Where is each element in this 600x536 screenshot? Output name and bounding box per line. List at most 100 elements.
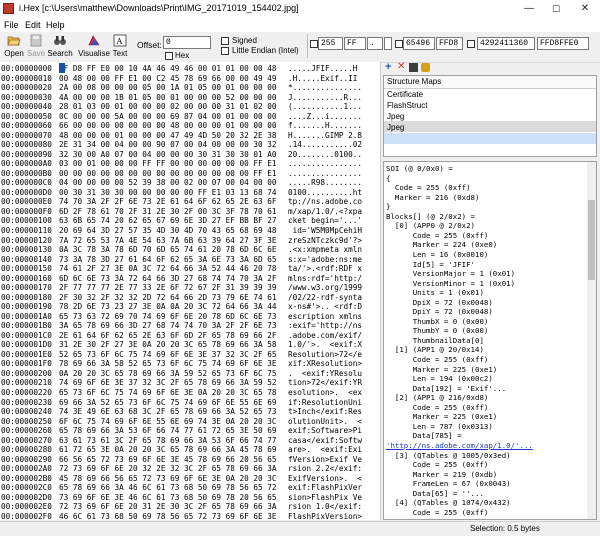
structure-line: Code = 255 (0xff)	[386, 355, 489, 364]
structure-line: ThumbY = 0 (0x00)	[386, 326, 489, 336]
selection-status: Selection: 0.5 bytes	[470, 524, 540, 533]
structure-maps-list[interactable]: Structure Maps Certificate FlashStruct J…	[383, 75, 597, 157]
structure-line: [3] (QTables @ 1005/0x3ed)	[386, 450, 511, 460]
dword-checkbox[interactable]	[467, 40, 475, 48]
structure-line: Code = 255 (0xff)	[386, 460, 489, 470]
byte-char-field[interactable]: .	[367, 37, 383, 50]
struct-item-flashstruct[interactable]: FlashStruct	[387, 101, 427, 110]
byte-extra-field[interactable]	[384, 37, 392, 50]
structure-line: VersionMajor = 1 (0x01)	[386, 269, 516, 279]
save-icon	[30, 34, 42, 47]
byte-value-field[interactable]: 255	[318, 37, 343, 50]
structure-output[interactable]: SOI (@ 0/0x0) ={ Code = 255 (0xff) Marke…	[383, 161, 597, 520]
structure-line: {	[386, 173, 391, 183]
scrollbar-thumb[interactable]	[588, 200, 595, 280]
structure-line: ThumbnailData[0]	[386, 335, 484, 345]
save-map-icon[interactable]	[409, 63, 418, 72]
word-hex-field[interactable]: FFD8	[436, 37, 463, 50]
signed-checkbox[interactable]	[221, 37, 229, 45]
visualise-button[interactable]: Visualise	[78, 34, 110, 58]
offset-input[interactable]: 0	[163, 36, 211, 49]
structure-line: Marker = 225 (0xe1)	[386, 364, 498, 374]
text-label: Text	[112, 49, 128, 58]
structure-line: Marker = 225 (0xe1)	[386, 412, 498, 422]
struct-item-jpeg-2[interactable]: Jpeg	[387, 123, 404, 132]
structure-maps-header: Structure Maps	[384, 76, 596, 89]
struct-item-jpeg[interactable]: Jpeg	[387, 112, 404, 121]
structure-line: Marker = 224 (0xe0)	[386, 240, 498, 250]
hex-label: Hex	[175, 51, 190, 60]
structure-line: DpiX = 72 (0x0048)	[386, 297, 493, 307]
structure-line: Len = 194 (0x00c2)	[386, 374, 493, 384]
structure-line: [0] (APP0 @ 2/0x2)	[386, 221, 475, 231]
struct-item-certificate[interactable]: Certificate	[387, 90, 423, 99]
minimize-button[interactable]: —	[516, 0, 542, 18]
hex-view[interactable]: 00:00000000 FF D8 FF E0 00 10 4A 46 49 46…	[0, 62, 381, 520]
delete-icon[interactable]: ✕	[397, 61, 405, 72]
structure-toolbar: + ✕	[382, 61, 600, 74]
structure-line: Code = 255 (0xff)	[386, 402, 489, 412]
structure-line: 'http://ns.adobe.com/xap/1.0/'...	[386, 440, 533, 450]
structure-line: Data[785] =	[386, 431, 462, 441]
folder-open-icon	[7, 36, 21, 46]
save-button[interactable]: Save	[26, 34, 46, 58]
word-value-field[interactable]: 65496	[403, 37, 435, 50]
structure-line: Code = 255 (0xff)	[386, 183, 471, 193]
add-icon[interactable]: +	[385, 61, 391, 73]
structure-line: [4] (QTables @ 1074/0x432)	[386, 498, 511, 508]
lock-icon[interactable]	[421, 63, 430, 72]
row-ascii[interactable]: FlashPixVersion>	[288, 511, 362, 520]
dword-hex-field[interactable]: FFD8FFE0	[537, 37, 589, 50]
structure-line: Marker = 216 (0xd8)	[386, 192, 480, 202]
menu-file[interactable]: File	[4, 20, 19, 30]
structure-line: SOI (@ 0/0x0) =	[386, 164, 453, 173]
dword-value-field[interactable]: 4292411360	[477, 37, 535, 50]
little-endian-checkbox[interactable]	[221, 47, 229, 55]
byte-checkbox[interactable]	[310, 40, 318, 48]
structure-line: [2] (APP1 @ 216/0xd8)	[386, 393, 489, 403]
app-icon	[3, 3, 14, 14]
window-title: i.Hex [c:\Users\matthew\Downloads\Print\…	[19, 3, 299, 13]
structure-line: ThumbX = 0 (0x00)	[386, 316, 489, 326]
structure-line: Code = 255 (0xff)	[386, 507, 489, 517]
structure-line: Data[192] = 'Exif'...	[386, 383, 507, 393]
hex-checkbox[interactable]	[165, 52, 173, 60]
structure-line: Id[5] = 'JFIF'	[386, 259, 475, 269]
open-button[interactable]: Open	[3, 34, 25, 58]
signed-label: Signed	[232, 36, 257, 45]
svg-text:A: A	[116, 37, 123, 46]
structure-line: DpiY = 72 (0x0048)	[386, 307, 493, 317]
close-button[interactable]: ✕	[572, 0, 598, 18]
toolbar: Open Save Search Visualise A Text Offset…	[0, 32, 600, 63]
byte-hex-field[interactable]: FF	[344, 37, 366, 50]
row-hex-bytes[interactable]: 46 6C 61 73 68 50 69 78 56 65 72 73 69 6…	[59, 511, 277, 520]
visualise-label: Visualise	[78, 49, 110, 58]
structure-line: }	[386, 202, 391, 212]
text-button[interactable]: A Text	[111, 34, 129, 58]
status-bar: Selection: 0.5 bytes	[0, 521, 600, 536]
row-offset[interactable]: 00:000002F0	[1, 511, 52, 520]
structure-line: FrameLen = 67 (0x0043)	[386, 479, 511, 489]
word-checkbox[interactable]	[395, 40, 403, 48]
offset-label: Offset:	[137, 40, 162, 50]
structure-line: Data[65] = ''...	[386, 488, 484, 498]
little-endian-label: Little Endian (Intel)	[232, 46, 299, 55]
hex-cursor	[59, 63, 65, 73]
struct-row-selected	[384, 133, 596, 144]
text-icon: A	[113, 34, 127, 47]
structure-line: Len = 787 (0x0313)	[386, 421, 493, 431]
open-label: Open	[4, 49, 24, 58]
structure-line: [1] (APP1 @ 20/0x14)	[386, 345, 484, 355]
menu-edit[interactable]: Edit	[25, 20, 41, 30]
structure-line: Code = 255 (0xff)	[386, 230, 489, 240]
struct-row-highlight	[384, 121, 596, 132]
structure-line: Len = 16 (0x0010)	[386, 249, 489, 259]
toolbar-separator	[307, 34, 308, 58]
search-button[interactable]: Search	[47, 34, 73, 58]
menu-help[interactable]: Help	[46, 20, 65, 30]
maximize-button[interactable]: ☐	[543, 0, 569, 18]
title-bar: i.Hex [c:\Users\matthew\Downloads\Print\…	[0, 0, 600, 19]
structure-line: Blocks[] (@ 2/0x2) =	[386, 211, 475, 221]
save-label: Save	[26, 49, 46, 58]
search-label: Search	[47, 49, 73, 58]
